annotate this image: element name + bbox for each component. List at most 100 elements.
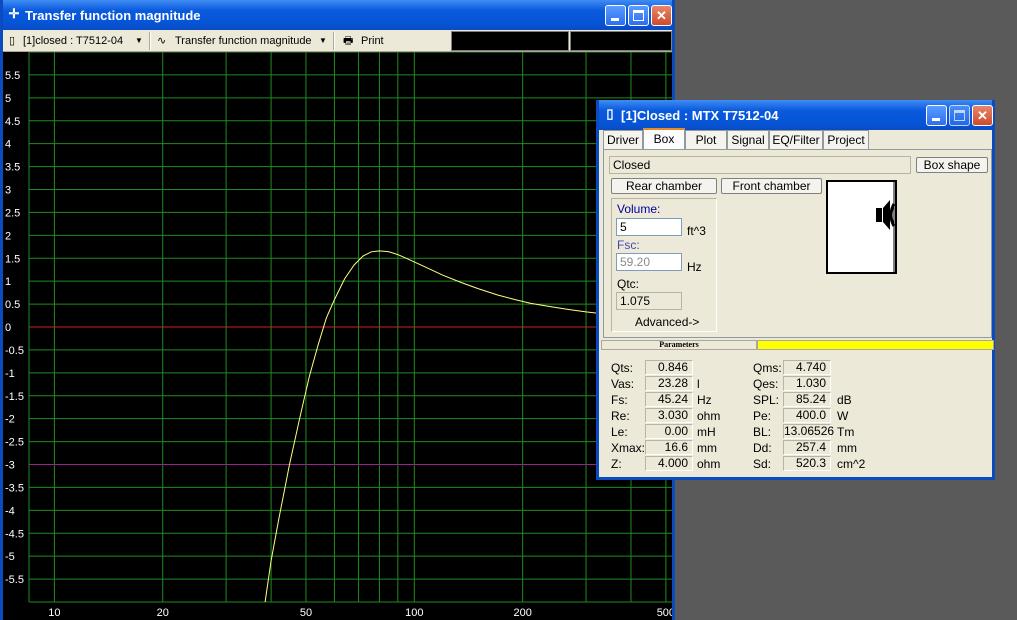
param-value: 16.6 xyxy=(645,440,693,455)
view-select[interactable]: Transfer function magnitude xyxy=(175,33,312,49)
magnitude-chart-svg: 5.5 5 4.5 4 3.5 3 2.5 2 1.5 1 0.5 0 -0.5 -1 -1.5 -2 -2.5… xyxy=(5,52,672,619)
maximize-icon xyxy=(633,10,644,21)
y-tick-label: -5 xyxy=(5,551,15,563)
param-label: Vas: xyxy=(611,377,635,391)
y-tick-label: -4.5 xyxy=(5,528,24,540)
dialog-titlebar[interactable]: ▯ [1]Closed : MTX T7512-04 ✕ xyxy=(599,100,993,130)
tab-box[interactable]: Box xyxy=(643,128,685,150)
y-tick-label: 2 xyxy=(5,230,11,242)
y-tick-label: 3.5 xyxy=(5,162,20,174)
project-select-icon: ▯ xyxy=(9,35,16,47)
x-tick-label: 200 xyxy=(513,607,531,619)
y-tick-label: -1 xyxy=(5,368,15,380)
dialog-minimize-button[interactable] xyxy=(926,105,947,126)
param-value: 257.4 xyxy=(783,440,831,455)
x-tick-label: 20 xyxy=(157,607,169,619)
param-value: 23.28 xyxy=(645,376,693,391)
main-toolbar: ▯ [1]closed : T7512-04 ▼ ∿ Transfer func… xyxy=(3,30,672,52)
project-select[interactable]: [1]closed : T7512-04 xyxy=(23,33,123,49)
param-unit: dB xyxy=(837,393,852,407)
chevron-down-icon[interactable]: ▼ xyxy=(319,33,327,49)
y-tick-label: -1.5 xyxy=(5,391,24,403)
y-tick-label: 0.5 xyxy=(5,299,20,311)
x-tick-label: 10 xyxy=(48,607,60,619)
waveform-icon: ∿ xyxy=(157,35,167,47)
param-label: Xmax: xyxy=(611,441,646,455)
volume-label: Volume: xyxy=(617,202,661,216)
maximize-button[interactable] xyxy=(628,5,649,26)
tab-plot[interactable]: Plot xyxy=(685,130,727,150)
parameters-indicator xyxy=(757,340,994,350)
y-tick-label: -4 xyxy=(5,505,15,517)
chevron-down-icon[interactable]: ▼ xyxy=(135,33,143,49)
param-unit: mm xyxy=(837,441,857,455)
minimize-button[interactable] xyxy=(605,5,626,26)
param-unit: cm^2 xyxy=(837,457,866,471)
y-tick-label: 0 xyxy=(5,322,11,334)
param-value: 4.000 xyxy=(645,456,693,471)
advanced-button[interactable]: Advanced-> xyxy=(635,315,699,329)
rear-chamber-button[interactable]: Rear chamber xyxy=(611,178,717,194)
y-tick-label: 5.5 xyxy=(5,70,20,82)
y-tick-label: 4.5 xyxy=(5,116,20,128)
app-crosshair-icon: ✛ xyxy=(8,6,20,21)
y-tick-label: -0.5 xyxy=(5,345,24,357)
print-button[interactable]: Print xyxy=(361,33,384,49)
readout-field-2 xyxy=(570,31,672,51)
fsc-unit: Hz xyxy=(687,260,702,274)
close-icon: ✕ xyxy=(656,8,667,23)
maximize-icon xyxy=(954,110,965,121)
parameters-label: Parameters xyxy=(601,340,757,350)
speaker-icon: ▯ xyxy=(606,106,614,121)
y-tick-label: -2 xyxy=(5,414,15,426)
param-unit: Tm xyxy=(837,425,855,439)
volume-input[interactable]: 5 xyxy=(616,218,682,236)
toolbar-separator xyxy=(149,32,151,50)
tab-eq-filter[interactable]: EQ/Filter xyxy=(769,130,823,150)
y-tick-label: -2.5 xyxy=(5,437,24,449)
y-tick-label: 1 xyxy=(5,276,11,288)
transfer-function-window: ✛ Transfer function magnitude ✕ ▯ [1]clo… xyxy=(0,0,675,620)
param-label: Z: xyxy=(611,457,622,471)
param-value: 13.06526 xyxy=(783,424,835,439)
param-label: Qts: xyxy=(611,361,634,375)
box-shape-button[interactable]: Box shape xyxy=(916,157,988,173)
dialog-maximize-button[interactable] xyxy=(949,105,970,126)
tab-driver[interactable]: Driver xyxy=(603,130,643,150)
param-label: Qes: xyxy=(753,377,779,391)
printer-icon[interactable]: 🖶 xyxy=(343,33,353,49)
main-titlebar[interactable]: ✛ Transfer function magnitude ✕ xyxy=(3,0,672,30)
dialog-close-button[interactable]: ✕ xyxy=(972,105,993,126)
tab-project[interactable]: Project xyxy=(823,130,869,150)
magnitude-plot[interactable]: 5.5 5 4.5 4 3.5 3 2.5 2 1.5 1 0.5 0 -0.5 -1 -1.5 -2 -2.5… xyxy=(3,52,672,620)
readout-field-1 xyxy=(451,31,569,51)
x-tick-label: 500 xyxy=(657,607,672,619)
qtc-label: Qtc: xyxy=(617,277,640,291)
front-chamber-button[interactable]: Front chamber xyxy=(721,178,822,194)
close-button[interactable]: ✕ xyxy=(651,5,672,26)
param-label: Dd: xyxy=(753,441,772,455)
param-value: 45.24 xyxy=(645,392,693,407)
param-label: Pe: xyxy=(753,409,772,423)
param-unit: mm xyxy=(697,441,717,455)
param-value: 0.846 xyxy=(645,360,693,375)
param-value: 400.0 xyxy=(783,408,831,423)
close-icon: ✕ xyxy=(977,108,988,123)
box-settings-dialog: ▯ [1]Closed : MTX T7512-04 ✕ Driver Box … xyxy=(596,100,995,480)
parameters-header: Parameters xyxy=(601,340,994,350)
y-tick-label: 1.5 xyxy=(5,253,20,265)
param-value: 85.24 xyxy=(783,392,831,407)
y-tick-label: -3 xyxy=(5,460,15,472)
tab-signal[interactable]: Signal xyxy=(727,130,769,150)
param-value: 0.00 xyxy=(645,424,693,439)
y-tick-label: 2.5 xyxy=(5,207,20,219)
param-value: 520.3 xyxy=(783,456,831,471)
param-value: 4.740 xyxy=(783,360,831,375)
param-unit: Hz xyxy=(697,393,712,407)
param-value: 3.030 xyxy=(645,408,693,423)
y-tick-label: -3.5 xyxy=(5,482,24,494)
x-tick-label: 100 xyxy=(405,607,423,619)
y-tick-label: 4 xyxy=(5,139,11,151)
qtc-field: 1.075 xyxy=(616,292,682,310)
param-unit: l xyxy=(697,377,700,391)
